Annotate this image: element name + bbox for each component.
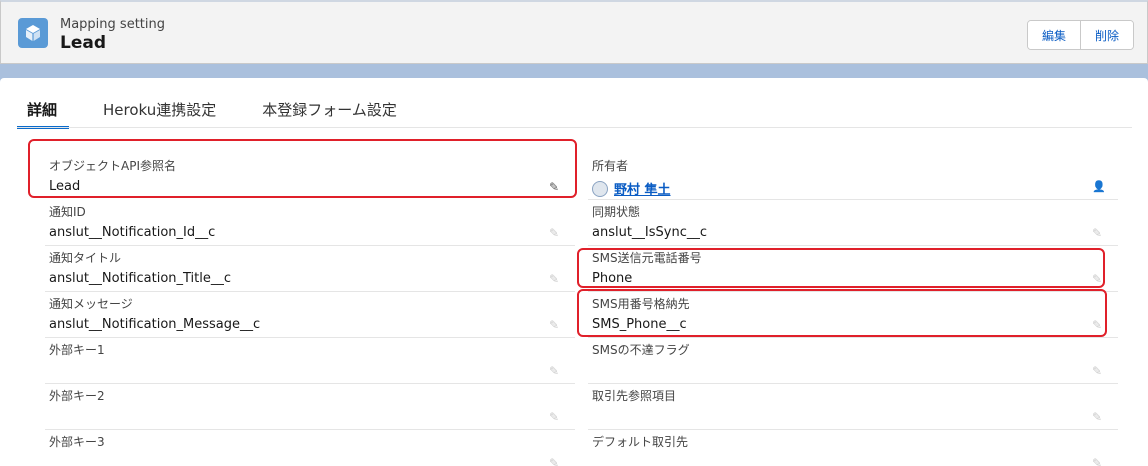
field-notification-id: 通知ID anslut__Notification_Id__c ✎ bbox=[45, 200, 575, 246]
object-type-label: Mapping setting bbox=[60, 17, 165, 32]
field-label: 通知ID bbox=[49, 205, 86, 219]
tab-heroku-settings[interactable]: Heroku連携設定 bbox=[103, 97, 216, 129]
field-value: anslut__Notification_Title__c bbox=[49, 271, 232, 286]
field-label: SMSの不達フラグ bbox=[592, 343, 690, 357]
field-sms-undelivered-flag: SMSの不達フラグ ✎ bbox=[588, 338, 1118, 384]
avatar bbox=[592, 180, 608, 197]
field-label: 所有者 bbox=[592, 159, 629, 173]
tab-details[interactable]: 詳細 bbox=[17, 97, 70, 129]
pencil-icon[interactable]: ✎ bbox=[547, 318, 561, 332]
tab-divider bbox=[17, 127, 1132, 128]
field-label: 外部キー2 bbox=[49, 389, 105, 403]
field-label: 通知タイトル bbox=[49, 251, 122, 265]
field-label: 外部キー3 bbox=[49, 435, 105, 449]
field-notification-message: 通知メッセージ anslut__Notification_Message__c … bbox=[45, 292, 575, 338]
pencil-icon[interactable]: ✎ bbox=[547, 272, 561, 286]
field-sync-status: 同期状態 anslut__IsSync__c ✎ bbox=[588, 200, 1118, 246]
pencil-icon[interactable]: ✎ bbox=[1090, 410, 1104, 424]
owner-value: 野村 隼土 bbox=[592, 179, 671, 198]
field-owner: 所有者 野村 隼土 👤 bbox=[588, 154, 1118, 200]
field-label: 外部キー1 bbox=[49, 343, 105, 357]
pencil-icon[interactable]: ✎ bbox=[547, 226, 561, 240]
field-external-key-2: 外部キー2 ✎ bbox=[45, 384, 575, 430]
field-default-account: デフォルト取引先 ✎ bbox=[588, 430, 1118, 466]
action-button-group: 編集 削除 bbox=[1026, 20, 1134, 50]
field-label: 同期状態 bbox=[592, 205, 641, 219]
edit-button[interactable]: 編集 bbox=[1027, 21, 1080, 49]
highlight-box-object-api bbox=[28, 139, 577, 198]
field-value: anslut__IsSync__c bbox=[592, 225, 708, 240]
field-label: 通知メッセージ bbox=[49, 297, 133, 311]
field-account-reference: 取引先参照項目 ✎ bbox=[588, 384, 1118, 430]
change-owner-icon[interactable]: 👤 bbox=[1092, 180, 1106, 193]
field-external-key-1: 外部キー1 ✎ bbox=[45, 338, 575, 384]
field-value: anslut__Notification_Id__c bbox=[49, 225, 216, 240]
field-label: 取引先参照項目 bbox=[592, 389, 677, 403]
tab-registration-form-settings[interactable]: 本登録フォーム設定 bbox=[262, 97, 397, 129]
field-notification-title: 通知タイトル anslut__Notification_Title__c ✎ bbox=[45, 246, 575, 292]
pencil-icon[interactable]: ✎ bbox=[1090, 364, 1104, 378]
detail-card: 詳細 Heroku連携設定 本登録フォーム設定 オブジェクトAPI参照名 Lea… bbox=[0, 78, 1148, 466]
cube-icon bbox=[18, 18, 48, 48]
pencil-icon[interactable]: ✎ bbox=[547, 410, 561, 424]
pencil-icon[interactable]: ✎ bbox=[1090, 456, 1104, 466]
field-external-key-3: 外部キー3 ✎ bbox=[45, 430, 575, 466]
field-value: anslut__Notification_Message__c bbox=[49, 317, 261, 332]
record-header: Mapping setting Lead 編集 削除 bbox=[0, 0, 1148, 64]
field-label: デフォルト取引先 bbox=[592, 435, 689, 449]
highlight-box-sms-sender bbox=[577, 248, 1105, 288]
delete-button[interactable]: 削除 bbox=[1079, 21, 1133, 49]
pencil-icon[interactable]: ✎ bbox=[547, 456, 561, 466]
pencil-icon[interactable]: ✎ bbox=[547, 364, 561, 378]
tab-bar: 詳細 Heroku連携設定 本登録フォーム設定 bbox=[17, 97, 443, 129]
highlight-box-sms-storage bbox=[577, 289, 1107, 337]
pencil-icon[interactable]: ✎ bbox=[1090, 226, 1104, 240]
page-title: Lead bbox=[60, 33, 107, 53]
owner-link[interactable]: 野村 隼土 bbox=[614, 179, 671, 198]
